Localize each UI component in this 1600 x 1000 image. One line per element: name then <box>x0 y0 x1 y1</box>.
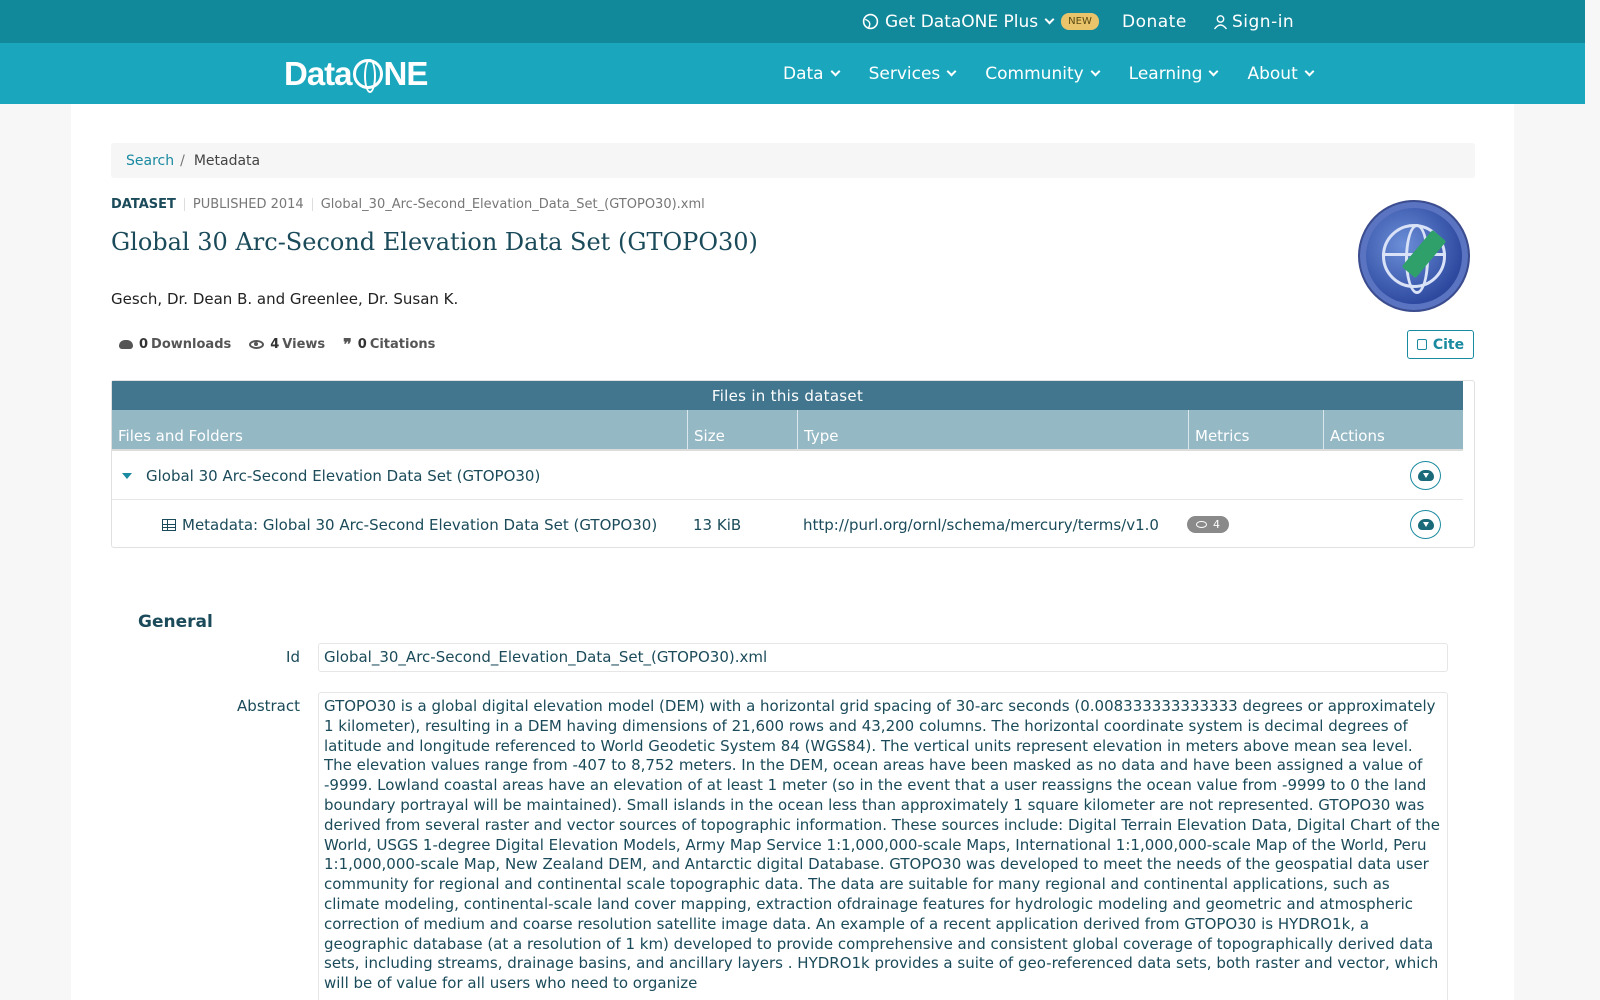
nav-item-label: About <box>1247 63 1298 84</box>
dataone-logo[interactable]: Data NE <box>284 55 429 93</box>
nav-item-label: Learning <box>1128 63 1203 84</box>
id-label: Id <box>286 648 300 666</box>
get-dataone-plus-label: Get DataONE Plus <box>885 11 1039 32</box>
quote-icon: ❞ <box>343 335 352 354</box>
file-views-count: 4 <box>1213 518 1220 531</box>
eye-icon <box>1196 521 1207 528</box>
package-name[interactable]: Global 30 Arc-Second Elevation Data Set … <box>146 451 540 500</box>
column-size: Size <box>688 410 798 449</box>
chevron-down-icon <box>1044 14 1055 25</box>
nav-menu: Data Services Community Learning About <box>783 43 1343 104</box>
published-year: PUBLISHED 2014 <box>192 197 304 212</box>
file-views-badge: 4 <box>1187 500 1229 549</box>
table-row-file: Metadata: Global 30 Arc-Second Elevation… <box>112 500 1463 549</box>
sign-in-link[interactable]: Sign-in <box>1213 0 1294 43</box>
dataset-authors: Gesch, Dr. Dean B. and Greenlee, Dr. Sus… <box>111 290 459 308</box>
utility-bar: Get DataONE Plus NEW Donate Sign-in <box>0 0 1585 43</box>
citations-label: Citations <box>369 337 436 352</box>
citations-count: 0 <box>357 337 367 352</box>
table-icon <box>162 518 176 531</box>
metadata-card: Search / Metadata DATASET PUBLISHED 2014… <box>71 104 1514 1000</box>
file-name: Metadata: Global 30 Arc-Second Elevation… <box>182 515 658 534</box>
file-size: 13 KiB <box>693 515 742 534</box>
new-badge: NEW <box>1061 13 1099 30</box>
eye-icon <box>249 340 265 349</box>
dataset-kind-label: DATASET <box>111 197 176 212</box>
files-table-heading: Files in this dataset <box>112 381 1463 410</box>
nav-item-learning[interactable]: Learning <box>1128 63 1219 84</box>
chevron-down-icon <box>1304 66 1315 77</box>
abstract-label: Abstract <box>237 697 300 715</box>
repository-seal-icon <box>1358 200 1470 312</box>
nav-item-label: Services <box>868 63 941 84</box>
column-actions: Actions <box>1330 427 1385 445</box>
table-row-package: Global 30 Arc-Second Elevation Data Set … <box>112 451 1463 500</box>
user-icon <box>1213 14 1228 29</box>
dataset-filename: Global_30_Arc-Second_Elevation_Data_Set_… <box>320 197 705 212</box>
divider <box>183 198 185 211</box>
downloads-count: 0 <box>139 337 149 352</box>
general-section-heading: General <box>138 612 213 632</box>
downloads-label: Downloads <box>151 337 232 352</box>
collapse-toggle[interactable] <box>122 451 132 500</box>
cite-label: Cite <box>1432 336 1465 353</box>
views-count: 4 <box>270 337 280 352</box>
cloud-download-icon <box>1410 510 1441 539</box>
abstract-field: GTOPO30 is a global digital elevation mo… <box>318 692 1448 1000</box>
chevron-down-icon <box>1090 66 1101 77</box>
nav-item-label: Data <box>783 63 824 84</box>
downloads-metric[interactable]: 0 Downloads <box>119 337 231 352</box>
nav-item-label: Community <box>985 63 1084 84</box>
views-metric[interactable]: 4 Views <box>249 337 325 352</box>
page-title: Global 30 Arc-Second Elevation Data Set … <box>111 228 758 256</box>
file-type: http://purl.org/ornl/schema/mercury/term… <box>803 515 1159 534</box>
logo-text-prefix: Data <box>284 55 353 92</box>
nav-item-community[interactable]: Community <box>985 63 1101 84</box>
breadcrumb-current: Metadata <box>193 152 261 169</box>
divider <box>311 198 313 211</box>
column-metrics: Metrics <box>1189 410 1324 449</box>
donate-link[interactable]: Donate <box>1122 0 1187 43</box>
citations-metric[interactable]: ❞ 0 Citations <box>343 335 435 354</box>
breadcrumb-separator: / <box>180 152 185 169</box>
cloud-download-icon <box>119 340 133 349</box>
breadcrumb: Search / Metadata <box>111 143 1475 178</box>
triangle-down-icon <box>122 472 132 479</box>
cite-button[interactable]: Cite <box>1407 330 1474 359</box>
download-file-button[interactable] <box>1410 500 1441 549</box>
copy-icon <box>1416 339 1427 350</box>
dataset-meta-line: DATASET PUBLISHED 2014 Global_30_Arc-Sec… <box>111 197 705 212</box>
column-type: Type <box>798 410 1189 449</box>
chevron-down-icon <box>1209 66 1219 77</box>
chevron-down-icon <box>830 66 841 77</box>
logo-globe-icon <box>352 59 383 93</box>
breadcrumb-search-link[interactable]: Search <box>126 153 174 169</box>
sign-in-label: Sign-in <box>1232 11 1295 32</box>
get-dataone-plus-menu[interactable]: Get DataONE Plus NEW <box>862 0 1099 43</box>
files-table: Files in this dataset Files and Folders … <box>111 380 1475 548</box>
logo-text-suffix: NE <box>383 55 429 92</box>
nav-item-about[interactable]: About <box>1247 63 1315 84</box>
column-files-and-folders: Files and Folders <box>112 410 688 449</box>
file-name-link[interactable]: Metadata: Global 30 Arc-Second Elevation… <box>162 500 657 549</box>
nav-item-services[interactable]: Services <box>868 63 957 84</box>
files-table-header: Files and Folders Size Type Metrics Acti… <box>112 410 1463 451</box>
download-package-button[interactable] <box>1410 451 1441 500</box>
globe-icon <box>862 13 879 30</box>
cloud-download-icon <box>1410 461 1441 490</box>
views-label: Views <box>282 337 326 352</box>
main-nav: Data NE Data Services Community Learning… <box>0 43 1585 104</box>
dataset-metrics: 0 Downloads 4 Views ❞ 0 Citations <box>119 335 453 354</box>
nav-item-data[interactable]: Data <box>783 63 841 84</box>
chevron-down-icon <box>946 66 957 77</box>
id-field: Global_30_Arc-Second_Elevation_Data_Set_… <box>318 643 1448 672</box>
